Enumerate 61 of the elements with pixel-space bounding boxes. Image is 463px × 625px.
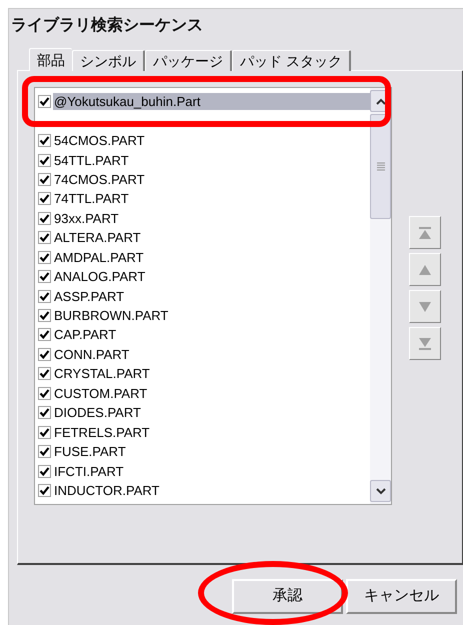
checkbox[interactable] (38, 290, 51, 303)
checkbox[interactable] (38, 406, 51, 420)
cancel-button[interactable]: キャンセル (346, 579, 457, 614)
checkbox[interactable] (38, 445, 51, 458)
list-item[interactable]: CONN.PART (53, 346, 370, 363)
checkbox[interactable] (38, 464, 51, 478)
move-down-icon (418, 300, 432, 312)
list-item[interactable]: DIODES.PART (53, 404, 370, 422)
list-item[interactable]: ALTERA.PART (53, 229, 370, 246)
list-item[interactable]: ANALOG.PART (53, 268, 370, 286)
list-item[interactable]: CAP.PART (53, 326, 370, 344)
checkbox[interactable] (38, 426, 51, 439)
move-to-bottom-icon (418, 336, 432, 350)
scroll-thumb[interactable] (370, 114, 391, 219)
scroll-down-button[interactable] (370, 480, 391, 502)
chevron-up-icon (376, 98, 386, 104)
checkbox[interactable] (38, 154, 51, 167)
scrollbar[interactable] (370, 88, 391, 504)
chevron-down-icon (376, 488, 386, 494)
list-item[interactable]: FETRELS.PART (53, 424, 370, 441)
tab[interactable]: シンボル (72, 50, 145, 71)
move-to-top-icon (418, 226, 432, 240)
checkbox[interactable] (38, 367, 51, 380)
list-item[interactable]: 74CMOS.PART (53, 170, 370, 188)
list-item[interactable]: INDUCTOR.PART (53, 482, 370, 499)
checkbox[interactable] (38, 192, 51, 206)
list-item[interactable]: 54CMOS.PART (53, 132, 370, 150)
checkbox[interactable] (38, 231, 51, 244)
checkbox[interactable] (38, 212, 51, 225)
checkbox[interactable] (38, 172, 51, 186)
checkbox[interactable] (38, 309, 51, 322)
list-item[interactable]: BURBROWN.PART (53, 307, 370, 324)
move-button[interactable] (409, 253, 441, 286)
list-item[interactable]: ASSP.PART (53, 288, 370, 305)
list-item[interactable]: 93xx.PART (53, 210, 370, 227)
list-item[interactable]: CRYSTAL.PART (53, 365, 370, 382)
tab[interactable]: 部品 (29, 48, 72, 71)
checkbox[interactable] (38, 386, 51, 400)
move-button[interactable] (409, 216, 441, 249)
list-item[interactable]: 54TTL.PART (53, 152, 370, 169)
window-title: ライブラリ検索シーケンス (11, 17, 203, 34)
move-button[interactable] (409, 327, 441, 360)
list-item[interactable]: 74TTL.PART (53, 190, 370, 208)
list-item[interactable]: CUSTOM.PART (53, 384, 370, 402)
checkbox[interactable] (38, 95, 51, 108)
list-item[interactable]: IFCTI.PART (53, 462, 370, 480)
tab[interactable]: パッド スタック (232, 50, 351, 71)
checkbox[interactable] (38, 328, 51, 342)
list-item[interactable]: FUSE.PART (53, 443, 370, 460)
checkbox[interactable] (38, 484, 51, 497)
move-up-icon (418, 264, 432, 276)
checkbox[interactable] (38, 348, 51, 361)
list-item[interactable]: AMDPAL.PART (53, 248, 370, 266)
tab[interactable]: パッケージ (145, 50, 232, 71)
checkbox[interactable] (38, 250, 51, 264)
grip-icon (376, 162, 384, 171)
move-button[interactable] (409, 290, 441, 323)
list-item[interactable]: @Yokutsukau_buhin.Part (53, 93, 370, 110)
checkbox[interactable] (38, 134, 51, 148)
checkbox[interactable] (38, 270, 51, 284)
approve-button[interactable]: 承認 (232, 579, 343, 614)
